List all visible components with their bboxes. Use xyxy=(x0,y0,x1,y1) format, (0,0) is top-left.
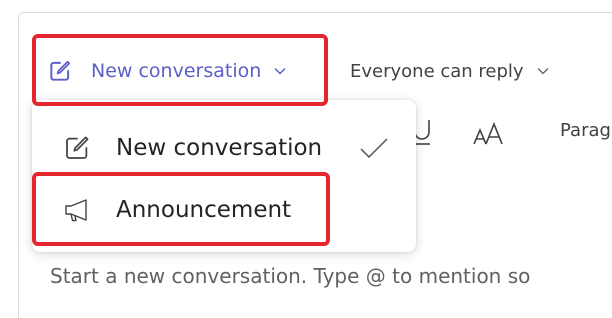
screenshot-canvas: New conversation Everyone can reply Para… xyxy=(0,0,612,318)
chevron-down-icon xyxy=(537,68,549,75)
font-size-icon[interactable] xyxy=(472,120,506,148)
menu-item-label: New conversation xyxy=(116,135,323,161)
message-placeholder[interactable]: Start a new conversation. Type @ to ment… xyxy=(50,264,530,288)
paragraph-style-button[interactable]: Parag xyxy=(560,120,611,141)
reply-setting-label: Everyone can reply xyxy=(350,60,524,82)
checkmark-icon xyxy=(360,138,388,159)
menu-item-new-conversation[interactable]: New conversation xyxy=(32,120,416,176)
highlight-announcement-option xyxy=(32,172,330,246)
compose-icon xyxy=(66,136,89,159)
reply-setting-selector[interactable]: Everyone can reply xyxy=(350,54,550,88)
highlight-post-type-selector xyxy=(32,34,328,106)
